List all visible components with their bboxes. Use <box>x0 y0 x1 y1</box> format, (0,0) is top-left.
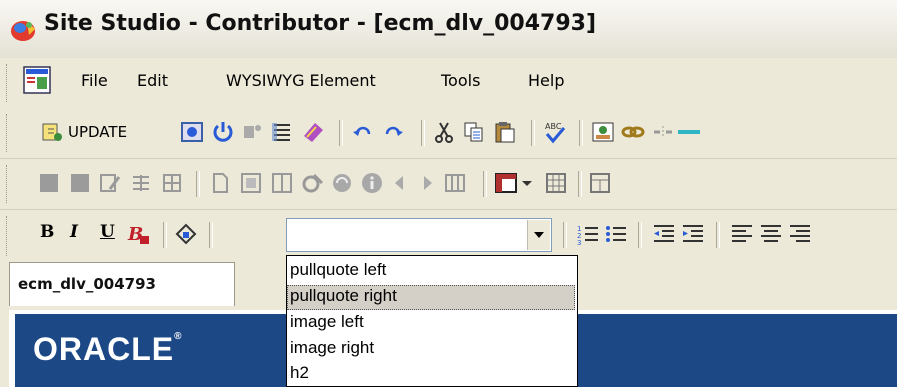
menubar-grip[interactable] <box>6 64 10 102</box>
toolbar-separator <box>531 120 535 146</box>
toolbar-separator <box>421 120 425 146</box>
chevron-down-icon[interactable] <box>520 171 534 195</box>
toolbar-separator <box>578 171 582 197</box>
style-option-pullquote-left[interactable]: pullquote left <box>290 260 386 280</box>
main-toolbar: UPDATE ABC <box>0 108 897 159</box>
paste-icon[interactable] <box>493 120 517 144</box>
power-icon[interactable] <box>211 120 235 144</box>
toolbar-separator <box>163 222 167 248</box>
style-select-arrow[interactable] <box>527 220 550 250</box>
outdent-icon[interactable] <box>652 222 676 246</box>
grid-icon[interactable] <box>544 171 568 195</box>
toolbar-separator <box>209 222 213 248</box>
align-left-icon[interactable] <box>730 222 754 246</box>
menu-wysiwyg-element[interactable]: WYSIWYG Element <box>226 71 376 90</box>
style-dropdown-list: pullquote left pullquote right image lef… <box>286 255 578 387</box>
menu-bar: File Edit WYSIWYG Element Tools Help <box>0 58 897 109</box>
svg-text:ABC: ABC <box>545 122 562 131</box>
bold-button[interactable]: B <box>40 222 54 242</box>
merge-cells-icon[interactable] <box>239 171 263 195</box>
new-page-icon[interactable] <box>208 171 232 195</box>
update-button-label[interactable]: UPDATE <box>68 123 127 141</box>
menu-help[interactable]: Help <box>528 71 564 90</box>
insert-image-icon[interactable] <box>591 120 615 144</box>
block-alt-icon[interactable] <box>68 171 92 195</box>
refresh-icon[interactable] <box>330 171 354 195</box>
numbered-list-icon[interactable]: 1 2 3 <box>576 222 600 246</box>
text-color-icon[interactable]: B <box>126 222 150 246</box>
info-icon[interactable] <box>360 171 384 195</box>
chevron-down-icon <box>534 232 544 238</box>
style-option-pullquote-right[interactable]: pullquote right <box>287 285 575 310</box>
toolbar-separator <box>483 171 487 197</box>
toolbar-separator <box>563 222 567 248</box>
indent-icon[interactable] <box>681 222 705 246</box>
copy-icon[interactable] <box>462 120 486 144</box>
spellbook-icon[interactable] <box>301 120 325 144</box>
svg-text:3: 3 <box>577 239 581 246</box>
update-icon[interactable] <box>40 120 64 144</box>
properties-icon[interactable] <box>241 120 265 144</box>
toolbar-grip[interactable] <box>6 114 10 152</box>
next-icon[interactable] <box>414 171 438 195</box>
toolbar-separator <box>579 120 583 146</box>
gear-edit-icon[interactable] <box>300 171 324 195</box>
spellcheck-icon[interactable]: ABC <box>543 120 567 144</box>
redo-icon[interactable] <box>381 120 405 144</box>
window-title: Site Studio - Contributor - [ecm_dlv_004… <box>44 11 596 36</box>
table-props-icon[interactable] <box>129 171 153 195</box>
underline-button[interactable]: U <box>100 222 115 242</box>
document-menu-icon[interactable] <box>22 65 52 95</box>
toolbar-separator <box>339 120 343 146</box>
split-cells-icon[interactable] <box>270 171 294 195</box>
align-right-icon[interactable] <box>788 222 812 246</box>
list-icon[interactable] <box>270 120 294 144</box>
insert-symbol-icon[interactable] <box>174 222 198 246</box>
menu-edit[interactable]: Edit <box>137 71 168 90</box>
toolbar-separator <box>638 222 642 248</box>
document-tab-label: ecm_dlv_004793 <box>18 275 156 293</box>
hyperlink-icon[interactable] <box>621 120 645 144</box>
cut-icon[interactable] <box>432 120 456 144</box>
style-option-h2[interactable]: h2 <box>290 363 309 383</box>
toolbar-separator <box>716 222 720 248</box>
style-option-image-right[interactable]: image right <box>290 338 374 358</box>
table-toolbar <box>0 159 897 210</box>
align-center-icon[interactable] <box>759 222 783 246</box>
columns-icon[interactable] <box>443 171 467 195</box>
unlink-icon[interactable] <box>651 120 675 144</box>
previous-icon[interactable] <box>389 171 413 195</box>
toolbar-separator <box>196 171 200 197</box>
cell-props-icon[interactable] <box>160 171 184 195</box>
style-option-image-left[interactable]: image left <box>290 312 364 332</box>
title-bar: Site Studio - Contributor - [ecm_dlv_004… <box>0 0 897 59</box>
preview-icon[interactable] <box>180 120 204 144</box>
block-icon[interactable] <box>37 171 61 195</box>
toolbar-grip[interactable] <box>6 165 10 203</box>
menu-tools[interactable]: Tools <box>441 71 480 90</box>
bullet-list-icon[interactable] <box>604 222 628 246</box>
oracle-logo: ORACLE® <box>33 331 183 367</box>
document-tab[interactable]: ecm_dlv_004793 <box>9 262 235 306</box>
toolbar-grip[interactable] <box>6 216 10 256</box>
horizontal-rule-icon[interactable] <box>676 120 700 144</box>
undo-icon[interactable] <box>351 120 375 144</box>
italic-button[interactable]: I <box>70 222 78 242</box>
style-select[interactable] <box>286 218 552 252</box>
layout-icon[interactable] <box>494 171 518 195</box>
insert-table-icon[interactable] <box>588 171 612 195</box>
edit-form-icon[interactable] <box>98 171 122 195</box>
menu-file[interactable]: File <box>81 71 108 90</box>
site-studio-app-icon <box>11 21 35 41</box>
